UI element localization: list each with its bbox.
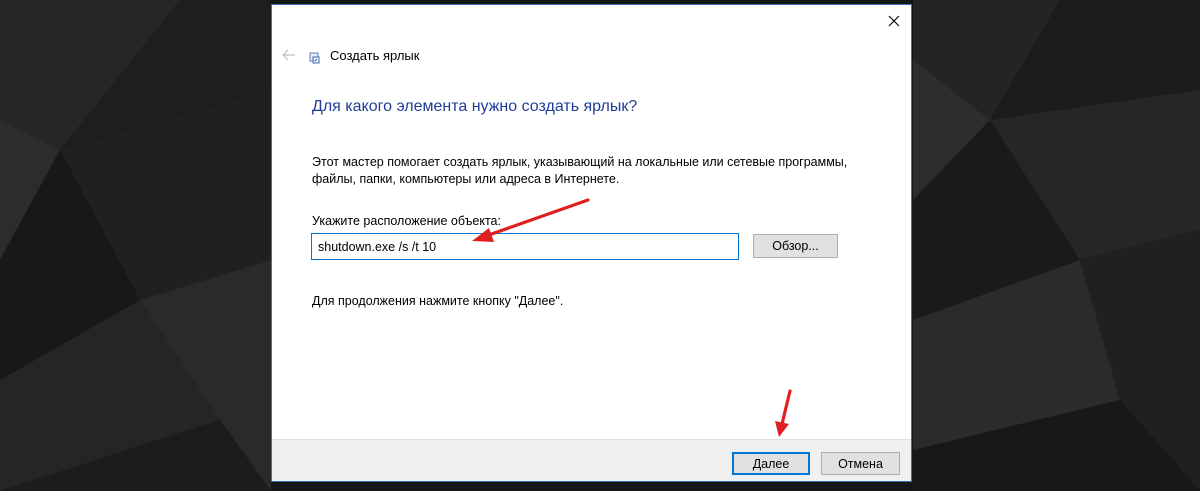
cancel-button[interactable]: Отмена [821, 452, 900, 475]
close-button[interactable] [879, 7, 909, 35]
close-icon [888, 15, 900, 27]
wizard-nav: Создать ярлык [280, 45, 419, 65]
location-label: Укажите расположение объекта: [312, 214, 501, 228]
shortcut-wizard-icon [309, 52, 320, 64]
wizard-description: Этот мастер помогает создать ярлык, указ… [312, 155, 848, 186]
page-heading: Для какого элемента нужно создать ярлык? [312, 98, 638, 115]
create-shortcut-dialog: Создать ярлык Для какого элемента нужно … [271, 4, 912, 482]
location-input[interactable] [311, 233, 739, 260]
wizard-title: Создать ярлык [330, 47, 420, 63]
dialog-footer: Далее Отмена [272, 439, 911, 481]
continue-hint: Для продолжения нажмите кнопку "Далее". [312, 294, 564, 308]
back-button[interactable] [280, 46, 298, 64]
back-arrow-icon [282, 49, 295, 61]
browse-button[interactable]: Обзор... [753, 234, 838, 258]
next-button[interactable]: Далее [732, 452, 810, 475]
